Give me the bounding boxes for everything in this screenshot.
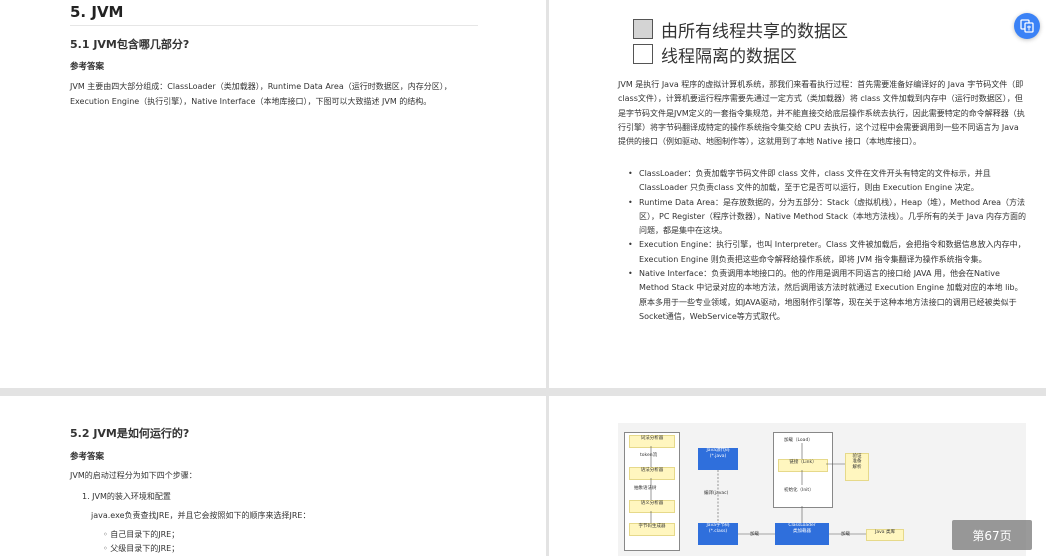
list-item: Execution Engine：执行引擎，也叫 Interpreter。Cla… [628,238,1028,267]
legend-swatch-isolated [633,44,653,64]
translate-icon [1020,19,1034,33]
legend-shared: 由所有线程共享的数据区 [633,18,848,42]
list-item: Runtime Data Area：是存放数据的，分为五部分：Stack（虚拟机… [628,196,1028,239]
section-title-2: 5.2 JVM是如何运行的? [70,427,190,440]
sub-item-text: 父级目录下的JRE； [110,544,180,553]
jvm-execution-paragraph: JVM 是执行 Java 程序的虚拟计算机系统，那我们来看看执行过程：首先需要准… [618,80,1025,147]
answer-label: 参考答案 [70,62,105,72]
title-divider [70,25,478,26]
list-item: ◦ 自己目录下的JRE； [103,530,180,539]
legend-isolated: 线程隔离的数据区 [633,43,797,67]
list-item: ◦ 父级目录下的JRE； [103,544,180,553]
legend-swatch-shared [633,19,653,39]
startup-intro: JVM的启动过程分为如下四个步骤： [70,471,197,480]
list-item: ClassLoader：负责加载字节码文件即 class 文件，class 文件… [628,167,1028,196]
chapter-title: 5. JVM [70,3,124,21]
intro-paragraph: JVM 主要由四大部分组成：ClassLoader（类加载器），Runtime … [70,82,452,106]
page-indicator: 第67页 [952,520,1032,550]
step-1: 1. JVM的装入环境和配置 [82,492,171,501]
component-list: ClassLoader：负责加载字节码文件即 class 文件，class 文件… [628,167,1028,324]
document-page-1 [0,0,546,388]
sub-item-text: 自己目录下的JRE； [110,530,180,539]
step-1-desc: java.exe负责查找JRE，并且它会按照如下的顺序来选择JRE： [91,511,311,520]
legend-label-shared: 由所有线程共享的数据区 [661,21,848,42]
section-title: 5.1 JVM包含哪几部分? [70,38,190,51]
translate-button[interactable] [1014,13,1040,39]
list-item: Native Interface：负责调用本地接口的。他的作用是调用不同语言的接… [628,267,1028,324]
answer-label-2: 参考答案 [70,452,105,462]
legend-label-isolated: 线程隔离的数据区 [661,46,797,67]
